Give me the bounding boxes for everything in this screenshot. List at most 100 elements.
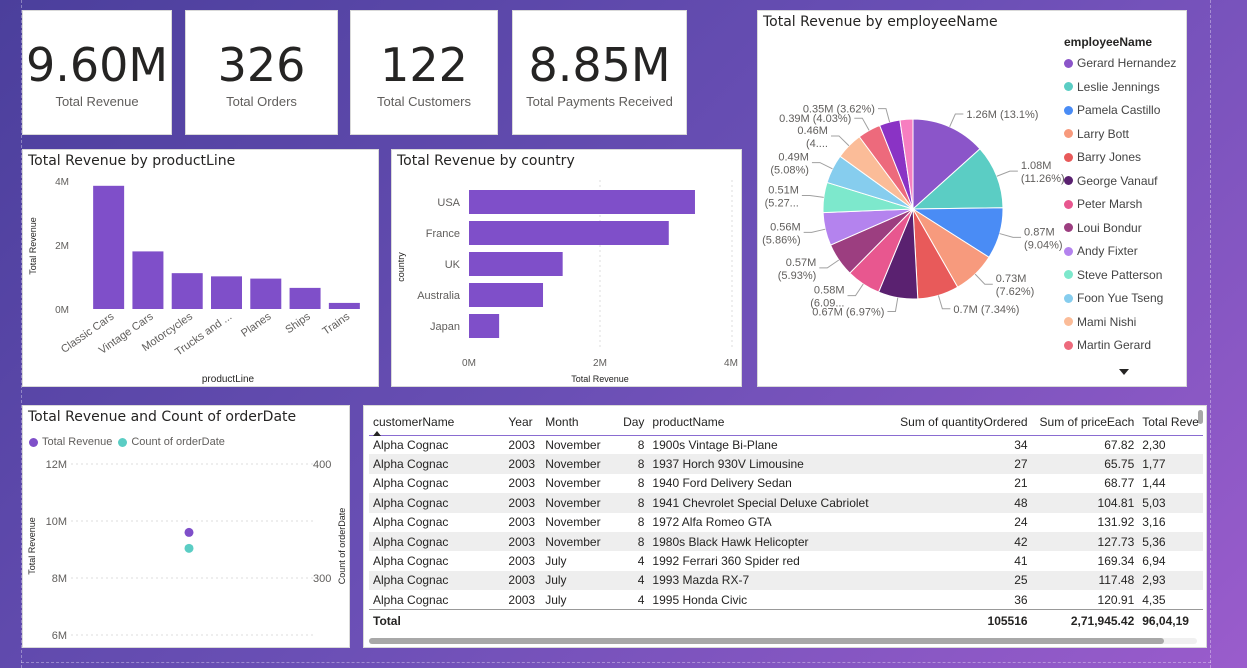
table-row[interactable]: Alpha Cognac 2003 July 4 1995 Honda Civic 36 1… [369, 590, 1203, 609]
x-tick-label: 4M [724, 358, 738, 369]
table-row[interactable]: Alpha Cognac 2003 November 8 1980s Black Haw… [369, 531, 1203, 552]
table-row[interactable]: Alpha Cognac 2003 November 8 1937 Horch 930V… [369, 454, 1203, 474]
column-header[interactable]: customerName [369, 409, 505, 436]
y-axis-title: country [396, 252, 406, 282]
sort-ascending-icon[interactable] [373, 431, 381, 436]
bar[interactable] [93, 185, 125, 309]
legend-item[interactable]: Total Revenue [29, 436, 112, 448]
y-tick-label: 12M [46, 459, 67, 471]
horizontal-scrollbar[interactable] [369, 638, 1197, 644]
productline-chart-card[interactable]: Total Revenue by productLine 4M 2M 0M To… [22, 149, 379, 387]
pie-data-label: 0.87M (9.04%) [1024, 226, 1063, 251]
pie-leader-line [854, 117, 870, 131]
employee-pie-chart[interactable]: 1.26M (13.1%) 1.08M (11.26%) 0.87M (9.04%) 0.… [758, 11, 1187, 387]
kpi-label: Total Customers [377, 94, 471, 110]
chart-title: Total Revenue by productLine [28, 153, 236, 169]
table-cell: 1900s Vintage Bi-Plane [652, 437, 778, 452]
table-cell: 2003 [508, 592, 536, 607]
table-cell: 34 [1014, 437, 1028, 452]
table-row[interactable]: Alpha Cognac 2003 July 4 1993 Mazda RX-7 25 11… [369, 570, 1203, 591]
y-tick-label: Australia [417, 290, 461, 302]
table-row[interactable]: Alpha Cognac 2003 November 8 1940 Ford Deliv… [369, 474, 1203, 493]
bar[interactable] [211, 276, 242, 309]
table-cell: 1937 Horch 930V Limousine [648, 454, 891, 474]
y-axis-title-left: Total Revenue [27, 517, 37, 575]
table-row[interactable]: Alpha Cognac 2003 November 8 1900s Vintage B… [369, 435, 1203, 454]
canvas-border-bottom [21, 662, 1211, 663]
kpi-card-total-orders[interactable]: 326 Total Orders [185, 10, 338, 135]
pie-leader-line [877, 108, 891, 123]
total-cell [504, 609, 542, 632]
column-header[interactable]: Sum of priceEach [1031, 409, 1139, 436]
column-header[interactable]: productName [648, 409, 891, 436]
column-header[interactable]: Total Reve [1138, 409, 1203, 436]
bar[interactable] [469, 190, 695, 214]
table-cell: 1,77 [1138, 454, 1203, 474]
column-header[interactable]: Sum of quantityOrdered [890, 409, 1032, 436]
bar[interactable] [289, 287, 321, 309]
bar[interactable] [469, 221, 669, 245]
x-tick-label: Ships [283, 310, 313, 336]
y-tick-label: 8M [52, 573, 67, 585]
bar[interactable] [469, 314, 500, 338]
kpi-card-total-payments[interactable]: 8.85M Total Payments Received [512, 10, 687, 135]
employee-pie-card[interactable]: Total Revenue by employeeName employeeNa… [757, 10, 1187, 387]
y-tick-label-right: 400 [313, 459, 331, 471]
column-header[interactable]: Day [619, 409, 649, 436]
bar[interactable] [469, 252, 563, 276]
kpi-value: 326 [217, 37, 306, 92]
column-header[interactable]: Year [504, 409, 542, 436]
table-cell: 1,44 [1142, 476, 1166, 491]
table-cell: 6,94 [1142, 554, 1166, 569]
pie-leader-line [996, 170, 1018, 177]
table-cell: 4 [637, 554, 645, 569]
table-cell: November [545, 437, 601, 452]
kpi-card-total-customers[interactable]: 122 Total Customers [350, 10, 498, 135]
y-tick-label-right: 300 [313, 573, 331, 585]
country-chart-card[interactable]: Total Revenue by country 0M 2M 4M Total … [391, 149, 742, 387]
table-row[interactable]: Alpha Cognac 2003 November 8 1972 Alfa Romeo… [369, 513, 1203, 532]
orders-table-scroll-area[interactable]: customerName Year Month Day productName … [369, 409, 1203, 637]
total-cell: 96,04,19 [1138, 609, 1203, 632]
bar[interactable] [250, 278, 282, 309]
y-tick-label: USA [437, 197, 460, 209]
table-cell: 41 [1014, 554, 1028, 569]
legend-item[interactable]: Count of orderDate [118, 436, 225, 448]
table-row[interactable]: Alpha Cognac 2003 July 4 1992 Ferrari 360 Sp… [369, 551, 1203, 570]
bar[interactable] [171, 273, 203, 309]
bar[interactable] [132, 251, 164, 309]
scrollbar-thumb[interactable] [369, 638, 1164, 644]
y-tick-label: 2M [55, 241, 69, 252]
table-cell: 24 [1014, 515, 1028, 530]
pie-data-label: 0.58M (6.09... [810, 285, 844, 310]
pie-leader-line [949, 113, 964, 128]
pie-data-label: 0.7M (7.34%) [953, 304, 1019, 316]
pie-data-label: 0.51M (5.27... [765, 185, 799, 210]
kpi-card-total-revenue[interactable]: 9.60M Total Revenue [22, 10, 172, 135]
bar[interactable] [469, 283, 544, 307]
table-row[interactable]: Alpha Cognac 2003 November 8 1941 Chevrolet … [369, 493, 1203, 513]
productline-bar-chart[interactable]: 4M 2M 0M Total Revenue productLine Class… [23, 150, 379, 387]
data-point-count-orderdate[interactable] [184, 543, 194, 553]
orders-table-card[interactable]: customerName Year Month Day productName … [363, 405, 1207, 648]
x-axis-title: Total Revenue [571, 374, 629, 384]
combo-chart-card[interactable]: Total Revenue and Count of orderDate Tot… [22, 405, 350, 648]
data-point-total-revenue[interactable] [184, 527, 194, 537]
legend-label: Count of orderDate [131, 436, 225, 448]
country-bar-chart[interactable]: 0M 2M 4M Total Revenue country USA France… [392, 150, 742, 387]
total-cell [648, 609, 891, 632]
table-cell: July [545, 592, 567, 607]
table-cell: 117.48 [1031, 570, 1139, 591]
y-tick-label: 4M [55, 177, 69, 188]
table-cell: Alpha Cognac [373, 476, 449, 491]
vertical-scrollbar-thumb[interactable] [1198, 410, 1203, 424]
kpi-value: 8.85M [528, 37, 671, 92]
pie-leader-line [830, 135, 850, 147]
bar[interactable] [328, 302, 360, 309]
table-cell: 2003 [504, 493, 542, 513]
table-cell: 8 [619, 493, 649, 513]
y-tick-label: 6M [52, 630, 67, 642]
column-header[interactable]: Month [541, 409, 620, 436]
table-cell: 169.34 [1097, 554, 1135, 569]
kpi-label: Total Revenue [55, 94, 139, 110]
